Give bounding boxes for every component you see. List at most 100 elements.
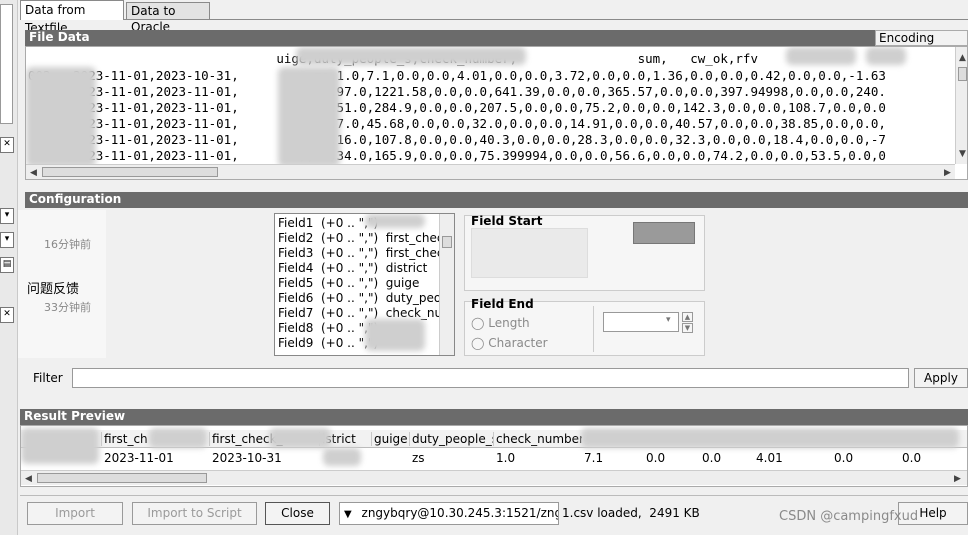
table-cell[interactable]: 7.1 [581,451,644,465]
import-to-script-button[interactable]: Import to Script [132,502,257,525]
table-cell[interactable]: 0.0 [699,451,754,465]
field-list-item[interactable]: Field5 (+0 .. ",") guige [278,276,419,290]
footer-divider [20,495,968,496]
result-preview-table[interactable]: first_ch first_check_ istrict guige duty_peo… [20,425,968,487]
length-radio[interactable]: ◯ Length [471,316,530,330]
preview-hscrollbar[interactable]: ◀ ▶ [21,470,967,485]
redaction-blur [323,448,361,466]
table-cell[interactable]: 0.0 [831,451,900,465]
close-button[interactable]: Close [265,502,330,525]
redaction-blur [365,319,425,351]
field-start-label: Field Start [471,214,543,228]
tab-data-to-oracle[interactable]: Data to Oracle [126,2,210,34]
redaction-blur [866,47,906,65]
table-cell[interactable]: 0.0 [899,451,967,465]
field-start-group: Field Start [464,214,705,291]
field-list-item[interactable]: Field2 (+0 .. ",") first_check_d [278,231,454,245]
table-cell[interactable]: zs [409,451,494,465]
file-vscrollbar[interactable]: ▲ ▼ [955,47,967,164]
file-line: 2023-11-01,2023-11-01, ,,zs,7.0,45.68,0.… [28,116,886,131]
left-dropdown-icon-2[interactable]: ▾ [0,232,14,248]
table-cell[interactable]: 2023-11-01 [101,451,210,465]
field-list[interactable]: Field1 (+0 .. ",") Field2 (+0 .. ",") fi… [274,213,455,356]
apply-button[interactable]: Apply [914,368,968,388]
connection-selector[interactable]: ▼ zngybqry@10.30.245.3:1521/zngyb ⊟ [339,502,559,525]
spinner-up-icon[interactable]: ▲ [682,312,693,322]
scroll-right-icon[interactable]: ▶ [944,168,951,178]
file-line: 2023-11-01,2023-11-01, ,,zs,51.0,284.9,0… [28,100,886,115]
left-doc-icon[interactable]: ▤ [0,257,14,273]
table-column-header[interactable]: duty_people_s [409,432,494,446]
table-cell[interactable]: 2023-10-31 [209,451,320,465]
configuration-title: Configuration [29,192,122,206]
tab-data-from-textfile[interactable]: Data from Textfile [20,0,124,35]
scroll-up-icon[interactable]: ▲ [959,53,966,63]
redaction-blur [269,428,331,448]
scroll-left-icon[interactable]: ◀ [30,168,37,178]
filter-input[interactable] [72,368,909,388]
result-preview-title: Result Preview [24,409,126,423]
redaction-blur [26,67,96,167]
status-text: 1.csv loaded, 2491 KB [562,506,700,520]
file-data-title: File Data [29,30,90,44]
tab-underline [124,19,968,20]
hscroll-thumb[interactable] [42,167,218,177]
table-cell[interactable]: 0.0 [643,451,700,465]
scroll-left-icon[interactable]: ◀ [25,474,32,484]
spinner-down-icon[interactable]: ▼ [682,323,693,333]
file-line: 2023-11-01,2023-11-01, ,,zs,97.0,1221.58… [28,84,886,99]
scroll-down-icon[interactable]: ▼ [959,149,966,159]
field-end-group: Field End ◯ Length ◯ Character ▾ ▲ ▼ [464,297,705,356]
redaction-blur [21,428,99,464]
import-button[interactable]: Import [27,502,123,525]
filter-label: Filter [33,371,63,385]
left-close-icon-2[interactable]: ✕ [0,307,14,323]
field-end-spinner[interactable]: ▾ [603,312,679,332]
field-list-item[interactable]: Field7 (+0 .. ",") check_numb [278,306,454,320]
radio-icon: ◯ [471,336,485,350]
length-label: Length [488,316,530,330]
scroll-thumb[interactable] [958,67,967,81]
field-start-preview [633,222,695,244]
table-cell[interactable]: 4.01 [753,451,832,465]
character-radio[interactable]: ◯ Character [471,336,548,350]
chevron-down-icon: ▼ [344,509,352,520]
redaction-blur [278,67,340,167]
table-column-header[interactable]: check_number [493,432,582,446]
character-label: Character [488,336,548,350]
left-dropdown-icon[interactable]: ▾ [0,208,14,224]
radio-icon: ◯ [471,316,485,330]
left-close-icon[interactable]: ✕ [0,137,14,153]
file-line: 2023-11-01,2023-11-01, ,,zs,16.0,107.8,0… [28,132,886,147]
field-list-item[interactable]: Field3 (+0 .. ",") first_check_da [278,246,454,260]
redaction-blur [149,428,207,448]
field-start-input[interactable] [471,228,588,278]
scroll-right-icon[interactable]: ▶ [954,474,961,484]
field-end-divider [593,306,594,352]
notification-feedback[interactable]: 问题反馈 [27,278,79,297]
file-data-header: File Data [25,30,968,46]
table-column-header[interactable]: guige [371,432,410,446]
file-hscrollbar[interactable]: ◀ ▶ [26,164,955,179]
encoding-dropdown[interactable]: Encoding [875,30,968,46]
file-line: 002 2023-11-01,2023-10-31, ,,zs,1.0,7.1,… [28,68,886,83]
redaction-blur [786,47,856,65]
table-cell[interactable]: 1.0 [493,451,582,465]
result-preview-header: Result Preview [20,409,968,425]
field-list-item[interactable]: Field6 (+0 .. ",") duty_people_ [278,291,454,305]
redaction-blur [365,214,425,228]
csdn-watermark: CSDN @campingfxud [779,509,919,524]
redaction-blur [581,428,959,448]
left-strip-panel [0,4,13,124]
connection-text: zngybqry@10.30.245.3:1521/zngyb [361,506,559,520]
notification-time-1: 16分钟前 [44,238,91,251]
file-data-text-area[interactable]: uige,duty_people_s,check_number, sum, cw… [25,46,968,180]
field-list-item[interactable]: Field4 (+0 .. ",") district [278,261,427,275]
file-line: 1,2023-11-01,2023-11-01, ,,zs,34.0,165.9… [28,148,886,163]
field-list-scroll-thumb[interactable] [442,236,452,248]
encoding-label: Encoding [879,31,935,45]
field-end-label: Field End [471,297,534,311]
field-list-vscrollbar[interactable] [439,214,454,355]
redaction-blur [296,47,526,65]
preview-hscroll-thumb[interactable] [37,473,207,483]
